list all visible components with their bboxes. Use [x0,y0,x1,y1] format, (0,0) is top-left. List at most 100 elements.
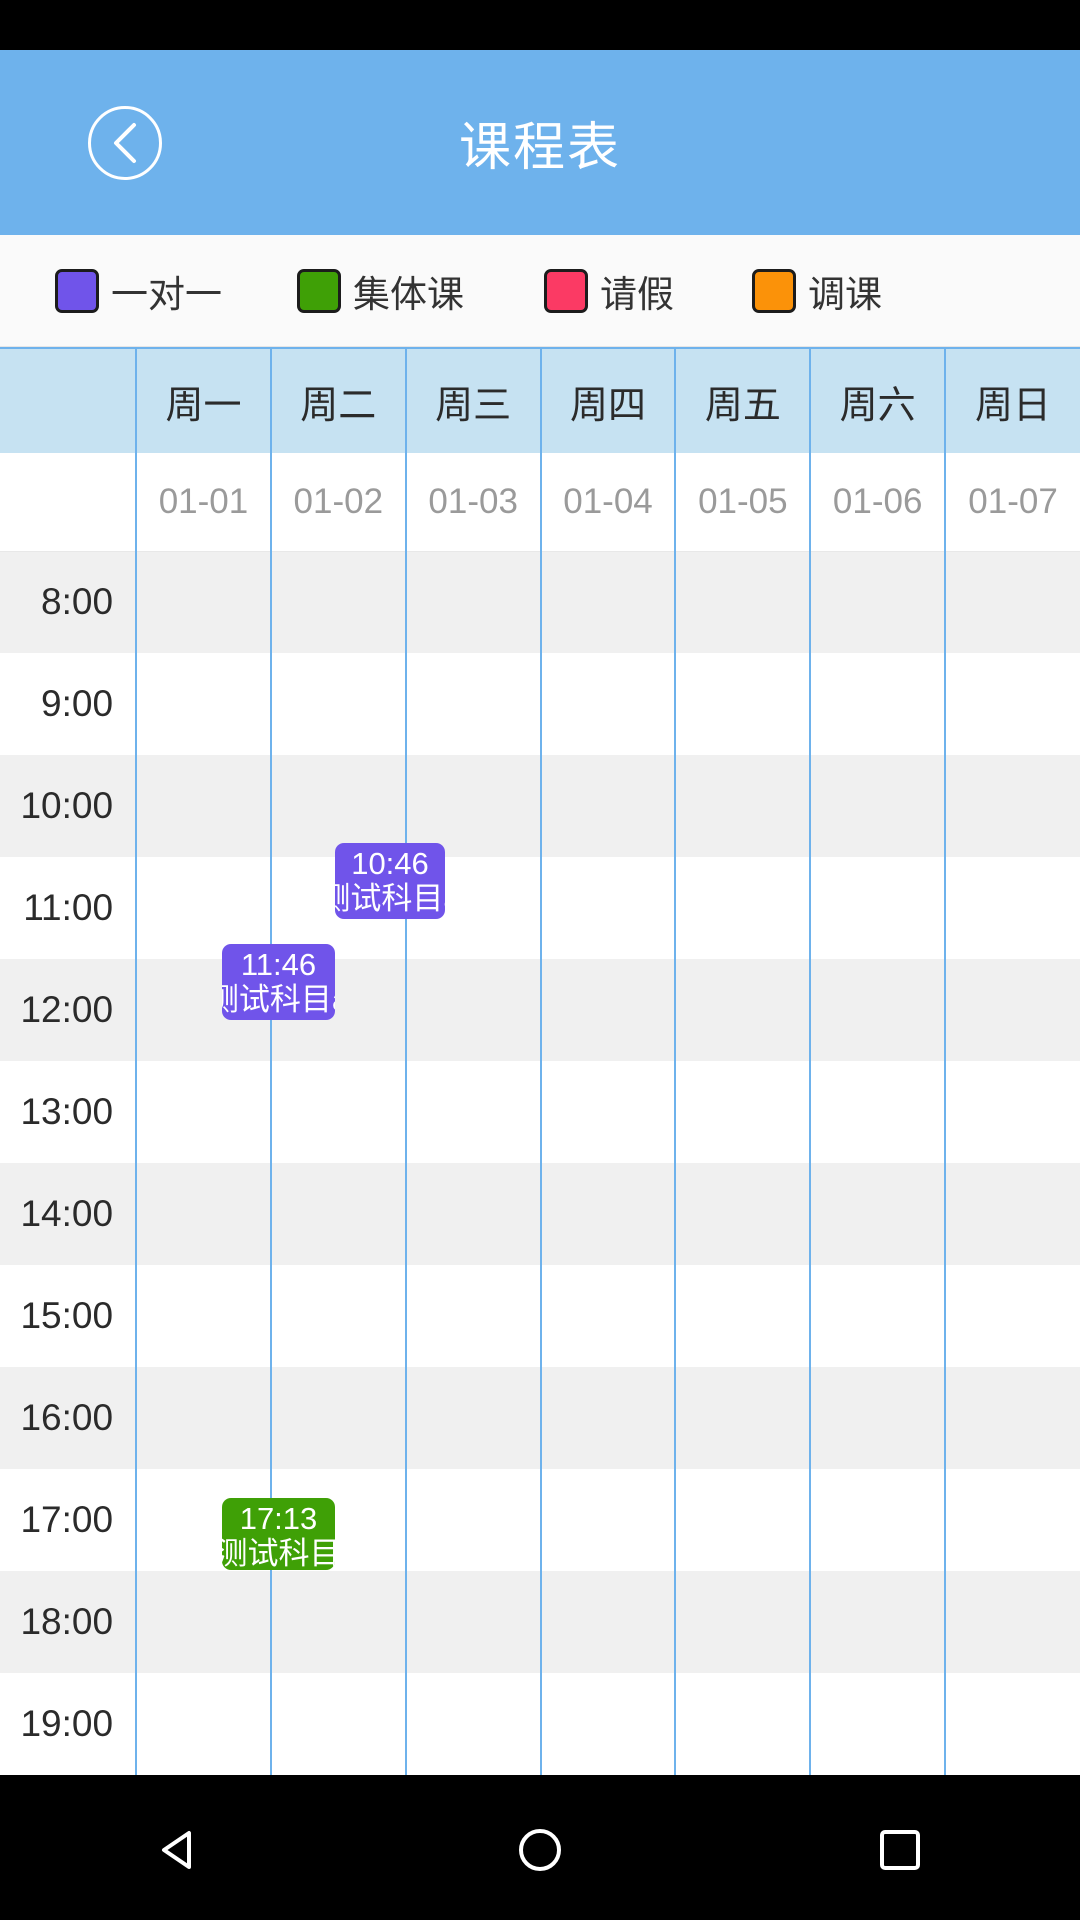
slot-cell[interactable] [810,653,947,755]
home-circle-icon[interactable] [507,1817,573,1883]
slot-cell[interactable] [945,755,1080,857]
course-event-block[interactable]: 11:46 测试科目a [222,944,335,1020]
slot-cell[interactable] [675,755,812,857]
slot-cell[interactable] [675,1367,812,1469]
legend-item-reschedule[interactable]: 调课 [752,264,882,318]
slot-cell[interactable] [540,1673,677,1775]
slot-cell[interactable] [540,1367,677,1469]
slot-cell[interactable] [136,1265,272,1367]
slot-cell[interactable] [810,959,947,1061]
slot-cell[interactable] [270,1367,407,1469]
slot-cell[interactable] [136,1163,272,1265]
slot-cell[interactable] [136,1571,272,1673]
slot-cell[interactable] [405,1367,542,1469]
slot-cell[interactable] [675,1469,812,1571]
weekday-header-thu[interactable]: 周四 [540,347,677,453]
slot-cell[interactable] [675,1571,812,1673]
slot-cell[interactable] [945,1673,1080,1775]
slot-cell[interactable] [945,959,1080,1061]
slot-cell[interactable] [675,959,812,1061]
slot-cell[interactable] [540,1061,677,1163]
slot-cell[interactable] [540,653,677,755]
legend-item-leave[interactable]: 请假 [544,264,674,318]
slot-cell[interactable] [675,551,812,653]
slot-cell[interactable] [945,1163,1080,1265]
slot-cell[interactable] [405,1061,542,1163]
slot-cell[interactable] [540,857,677,959]
slot-cell[interactable] [945,1469,1080,1571]
slot-cell[interactable] [810,1367,947,1469]
course-event-block[interactable]: 10:46 测试科目a [335,843,445,919]
date-cell-sun[interactable]: 01-07 [945,453,1080,552]
legend-item-one-to-one[interactable]: 一对一 [55,264,222,318]
slot-cell[interactable] [270,1673,407,1775]
slot-cell[interactable] [810,1673,947,1775]
slot-cell[interactable] [136,755,272,857]
slot-cell[interactable] [136,551,272,653]
weekday-header-tue[interactable]: 周二 [270,347,407,453]
slot-cell[interactable] [675,1673,812,1775]
slot-cell[interactable] [540,755,677,857]
slot-cell[interactable] [945,1571,1080,1673]
slot-cell[interactable] [405,755,542,857]
course-event-block[interactable]: 17:13 测试科目 [222,1498,335,1570]
date-cell-thu[interactable]: 01-04 [540,453,677,552]
slot-cell[interactable] [675,857,812,959]
slot-cell[interactable] [136,1367,272,1469]
weekday-header-fri[interactable]: 周五 [675,347,812,453]
slot-cell[interactable] [270,1061,407,1163]
slot-cell[interactable] [810,1163,947,1265]
slot-cell[interactable] [945,1265,1080,1367]
slot-cell[interactable] [270,551,407,653]
date-cell-fri[interactable]: 01-05 [675,453,812,552]
slot-cell[interactable] [540,1571,677,1673]
date-cell-sat[interactable]: 01-06 [810,453,947,552]
slot-cell[interactable] [945,653,1080,755]
slot-cell[interactable] [136,1673,272,1775]
slot-cell[interactable] [810,551,947,653]
slot-cell[interactable] [270,1163,407,1265]
slot-cell[interactable] [270,755,407,857]
slot-cell[interactable] [810,1061,947,1163]
slot-cell[interactable] [675,653,812,755]
slot-cell[interactable] [405,1673,542,1775]
weekday-header-wed[interactable]: 周三 [405,347,542,453]
slot-cell[interactable] [270,1571,407,1673]
slot-cell[interactable] [405,1265,542,1367]
slot-cell[interactable] [945,857,1080,959]
slot-cell[interactable] [136,653,272,755]
slot-cell[interactable] [405,653,542,755]
slot-cell[interactable] [945,1367,1080,1469]
slot-cell[interactable] [675,1265,812,1367]
slot-cell[interactable] [270,1265,407,1367]
legend-item-group-class[interactable]: 集体课 [297,264,464,318]
slot-cell[interactable] [810,1265,947,1367]
slot-cell[interactable] [810,857,947,959]
slot-cell[interactable] [675,1163,812,1265]
weekday-header-sat[interactable]: 周六 [810,347,947,453]
weekday-header-mon[interactable]: 周一 [136,347,272,453]
slot-cell[interactable] [405,551,542,653]
slot-cell[interactable] [540,551,677,653]
slot-cell[interactable] [405,1163,542,1265]
slot-cell[interactable] [810,755,947,857]
slot-cell[interactable] [675,1061,812,1163]
slot-cell[interactable] [945,1061,1080,1163]
recents-square-icon[interactable] [867,1817,933,1883]
slot-cell[interactable] [540,959,677,1061]
slot-cell[interactable] [810,1469,947,1571]
date-cell-tue[interactable]: 01-02 [270,453,407,552]
slot-cell[interactable] [540,1265,677,1367]
slot-cell[interactable] [945,551,1080,653]
schedule-grid[interactable]: 周一 周二 周三 周四 周五 周六 周日 01-01 01-02 01-03 0… [0,347,1080,1775]
date-cell-wed[interactable]: 01-03 [405,453,542,552]
slot-cell[interactable] [540,1469,677,1571]
back-triangle-icon[interactable] [147,1817,213,1883]
slot-cell[interactable] [405,959,542,1061]
slot-cell[interactable] [270,653,407,755]
slot-cell[interactable] [405,1469,542,1571]
slot-cell[interactable] [540,1163,677,1265]
weekday-header-sun[interactable]: 周日 [945,347,1080,453]
back-button[interactable] [88,105,162,180]
slot-cell[interactable] [136,1061,272,1163]
